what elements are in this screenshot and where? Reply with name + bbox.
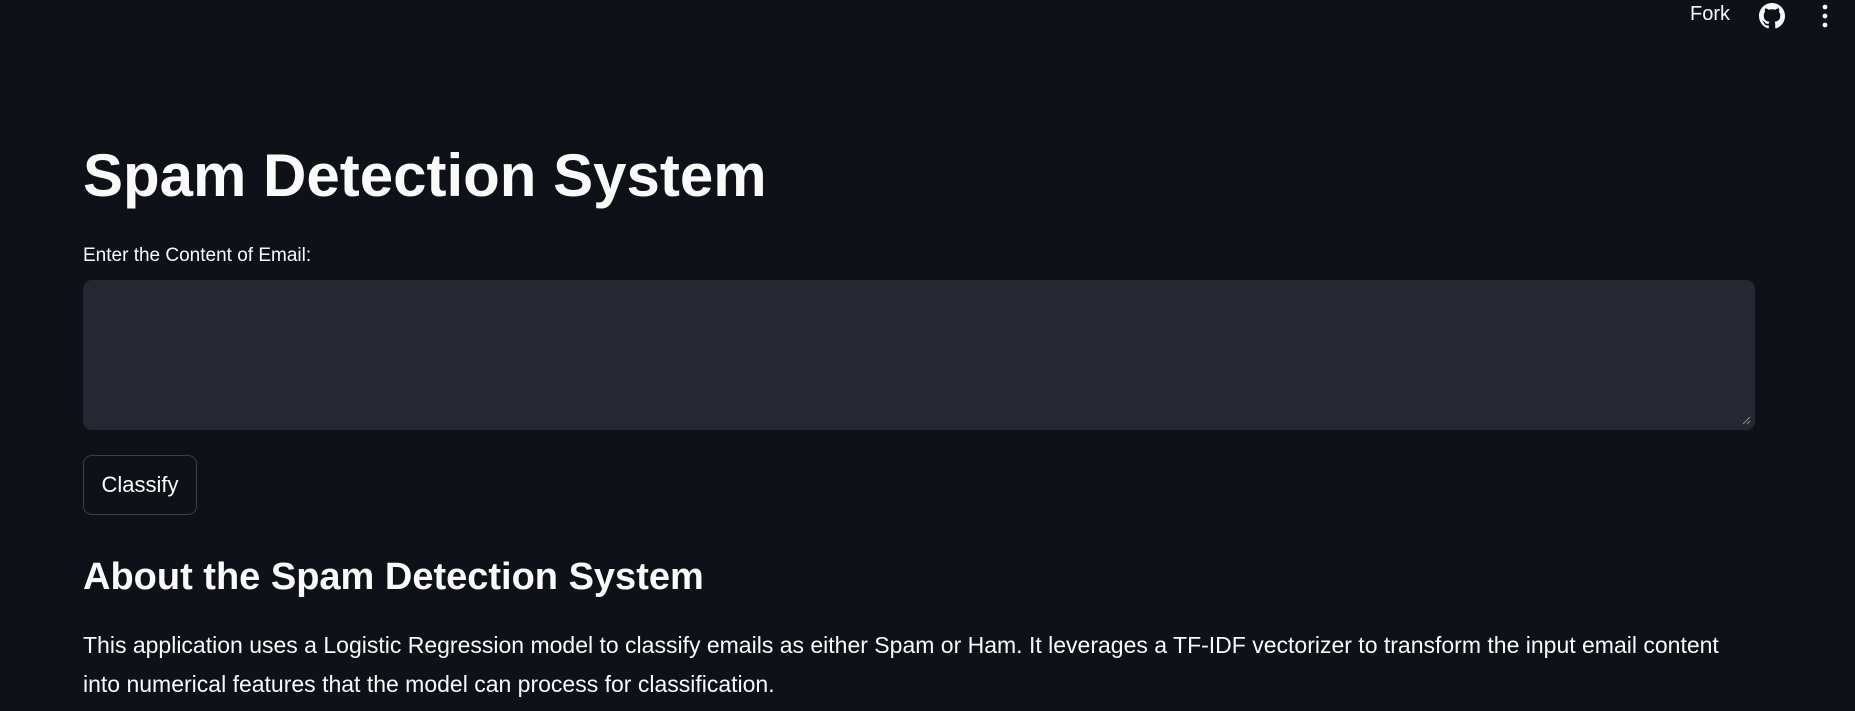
github-icon[interactable] — [1759, 3, 1785, 29]
email-content-textarea[interactable] — [83, 280, 1755, 430]
page-title: Spam Detection System — [83, 142, 767, 209]
fork-link[interactable]: Fork — [1690, 3, 1730, 26]
about-description: This application uses a Logistic Regress… — [83, 632, 1719, 697]
app-toolbar: Fork — [0, 0, 1855, 32]
about-heading: About the Spam Detection System — [83, 556, 704, 598]
email-content-label: Enter the Content of Email: — [83, 245, 312, 266]
resize-handle-icon[interactable] — [1741, 415, 1751, 425]
more-vertical-icon[interactable] — [1818, 3, 1832, 29]
classify-button[interactable]: Classify — [83, 455, 197, 515]
